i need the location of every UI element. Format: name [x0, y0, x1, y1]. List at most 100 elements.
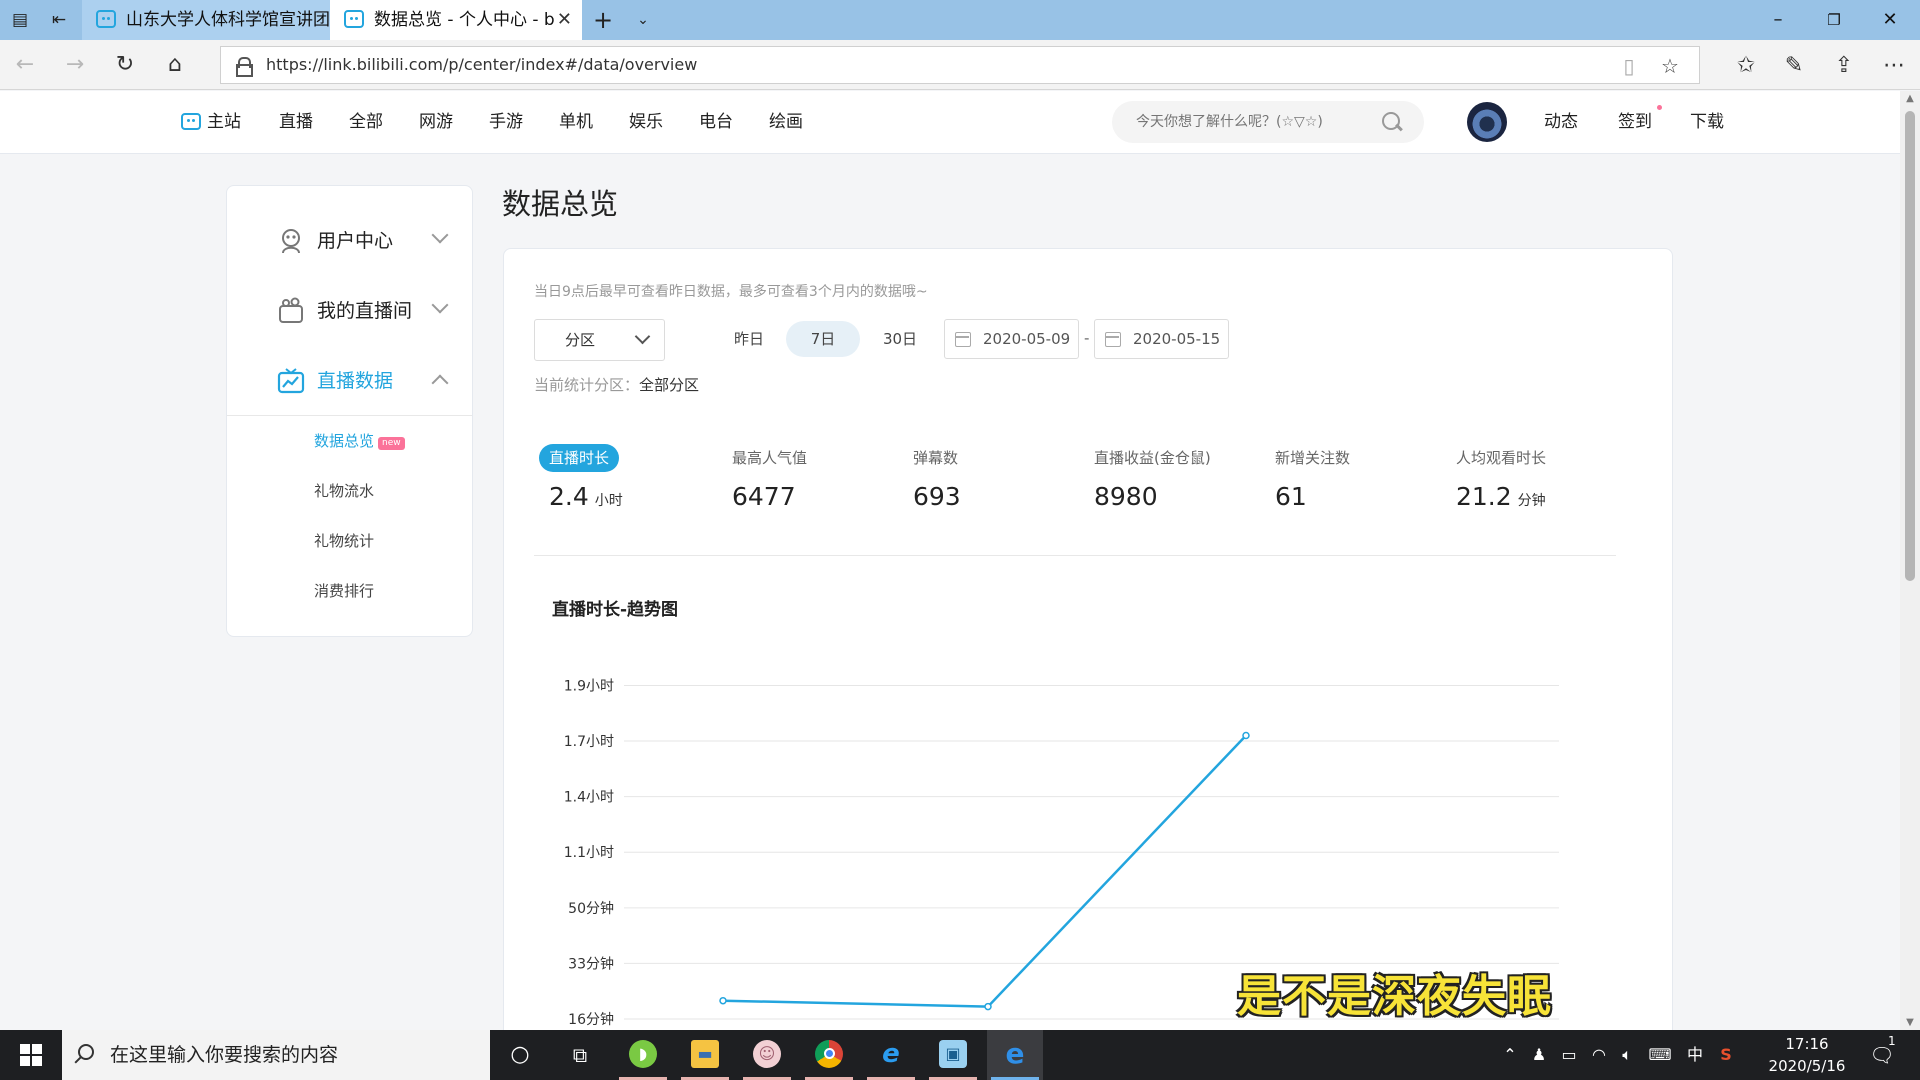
home-icon[interactable]: ⌂: [162, 52, 188, 78]
range-30d-button[interactable]: 30日: [872, 321, 928, 357]
tab-preview-chevron-icon[interactable]: ⌄: [632, 9, 654, 31]
sidebar-item-my-room[interactable]: 我的直播间: [227, 281, 472, 341]
forward-icon[interactable]: →: [62, 52, 88, 78]
close-tab-icon[interactable]: ✕: [557, 0, 572, 40]
browser-tab-strip: ▤ ⇤ 山东大学人体科学馆宣讲团 数据总览 - 个人中心 - b ✕ + ⌄ –…: [0, 0, 1920, 40]
tab-inactive[interactable]: 山东大学人体科学馆宣讲团: [82, 0, 330, 40]
system-clock[interactable]: 17:16 2020/5/16: [1762, 1033, 1852, 1077]
range-7d-button[interactable]: 7日: [786, 321, 860, 357]
sidebar-subitem-overview[interactable]: 数据总览 new: [314, 429, 405, 453]
volume-icon[interactable]: 🔈︎: [1615, 1030, 1639, 1080]
favorites-hub-icon[interactable]: ✩: [1732, 52, 1760, 80]
stat-value: 2.4: [549, 482, 589, 511]
task-view-icon[interactable]: ⧉: [560, 1030, 600, 1080]
stat-value: 8980: [1094, 482, 1158, 511]
date-from-field[interactable]: 2020-05-09: [944, 319, 1079, 359]
stat-avg-watch-time[interactable]: 人均观看时长 21.2 分钟: [1456, 444, 1626, 516]
search-icon[interactable]: [1382, 112, 1402, 132]
sidebar-subitem-spend-rank[interactable]: 消费排行: [314, 579, 374, 603]
more-menu-icon[interactable]: ⋯: [1880, 52, 1908, 80]
avatar[interactable]: [1467, 102, 1507, 142]
nav-link[interactable]: 娱乐: [629, 91, 663, 153]
url-field[interactable]: https://link.bilibili.com/p/center/index…: [220, 46, 1700, 84]
pen-notes-icon[interactable]: ✎: [1780, 52, 1808, 80]
nav-link[interactable]: 直播: [279, 91, 313, 153]
camera-icon: [279, 297, 303, 323]
new-tab-icon[interactable]: +: [592, 8, 614, 32]
scroll-up-icon[interactable]: ▲: [1900, 93, 1920, 104]
taskbar-app-avatar[interactable]: ☺: [739, 1030, 795, 1080]
keyboard-icon[interactable]: ⌨: [1645, 1030, 1675, 1080]
share-icon[interactable]: ⇪: [1830, 52, 1858, 80]
back-icon[interactable]: ←: [12, 52, 38, 78]
stat-new-followers[interactable]: 新增关注数 61: [1275, 444, 1445, 512]
page-scrollbar[interactable]: ▲ ▼: [1900, 91, 1920, 1030]
taskbar-app-explorer[interactable]: ▬: [677, 1030, 733, 1080]
nav-link[interactable]: 手游: [489, 91, 523, 153]
taskbar-app-ie[interactable]: e: [863, 1030, 919, 1080]
nav-home-link[interactable]: 主站: [207, 91, 241, 153]
sidebar-item-user-center[interactable]: 用户中心: [227, 211, 472, 271]
anime-app-icon: ☺: [753, 1040, 781, 1068]
set-tabs-aside-icon[interactable]: ⇤: [48, 9, 70, 31]
tab-active[interactable]: 数据总览 - 个人中心 - b ✕: [330, 0, 582, 40]
site-search-box: [1112, 101, 1424, 143]
refresh-icon[interactable]: ↻: [112, 52, 138, 78]
taskbar-search[interactable]: 在这里输入你要搜索的内容: [62, 1030, 490, 1080]
stat-revenue[interactable]: 直播收益(金仓鼠) 8980: [1094, 444, 1264, 512]
zone-select[interactable]: 分区: [534, 319, 665, 361]
nav-link[interactable]: 网游: [419, 91, 453, 153]
nav-link[interactable]: 全部: [349, 91, 383, 153]
site-search-input[interactable]: [1136, 101, 1376, 143]
taskbar-app-edge[interactable]: e: [987, 1030, 1043, 1080]
chevron-down-icon: [431, 296, 449, 314]
series-line: [722, 734, 1247, 1008]
nav-link[interactable]: 绘画: [769, 91, 803, 153]
data-point[interactable]: [1242, 731, 1250, 740]
notification-center-icon[interactable]: 🗨︎ 1: [1862, 1030, 1902, 1080]
chevron-down-icon: [431, 226, 449, 244]
sidebar-item-live-data[interactable]: 直播数据: [227, 351, 472, 411]
taskbar-app-chrome[interactable]: [801, 1030, 857, 1080]
data-point[interactable]: [719, 996, 727, 1005]
taskbar-app-photos[interactable]: ▣: [925, 1030, 981, 1080]
stat-live-duration[interactable]: 直播时长 2.4 小时: [539, 444, 709, 516]
tab-actions-icon[interactable]: ▤: [9, 9, 31, 31]
restore-icon[interactable]: ❐: [1804, 0, 1864, 40]
minimize-icon[interactable]: –: [1748, 0, 1808, 40]
nav-download-link[interactable]: 下载: [1690, 91, 1724, 153]
nav-dynamic-link[interactable]: 动态: [1544, 91, 1578, 153]
favorite-star-icon[interactable]: ☆: [1657, 53, 1683, 79]
y-tick-label: 1.7小时: [564, 734, 614, 750]
nav-signin-link[interactable]: 签到: [1618, 91, 1652, 153]
date-to-field[interactable]: 2020-05-15: [1094, 319, 1229, 359]
scrollbar-thumb[interactable]: [1905, 111, 1915, 581]
reading-view-icon[interactable]: ▯: [1616, 53, 1642, 79]
lock-icon: [236, 57, 253, 77]
chrome-icon: [815, 1040, 843, 1068]
taskbar-app-iqiyi[interactable]: ◗: [615, 1030, 671, 1080]
start-button[interactable]: [0, 1030, 62, 1080]
ime-indicator[interactable]: 中: [1683, 1030, 1707, 1080]
range-yesterday-button[interactable]: 昨日: [724, 321, 774, 357]
qq-icon[interactable]: ♟: [1527, 1030, 1551, 1080]
data-hint-text: 当日9点后最早可查看昨日数据，最多可查看3个月内的数据哦~: [534, 284, 928, 300]
sogou-input-icon[interactable]: S: [1714, 1030, 1738, 1080]
sidebar-subitem-gift-stats[interactable]: 礼物统计: [314, 529, 374, 553]
close-window-icon[interactable]: ✕: [1860, 0, 1920, 40]
show-hidden-icons-icon[interactable]: ⌃: [1500, 1030, 1520, 1080]
nav-link[interactable]: 单机: [559, 91, 593, 153]
scroll-down-icon[interactable]: ▼: [1900, 1017, 1920, 1028]
wifi-icon[interactable]: ◠: [1587, 1030, 1611, 1080]
url-text[interactable]: https://link.bilibili.com/p/center/index…: [266, 47, 697, 83]
data-point[interactable]: [984, 1002, 992, 1011]
sidebar: 用户中心 我的直播间 直播数据 数据总览 new 礼物流水 礼物统计 消费排行: [226, 185, 473, 637]
stat-value: 21.2: [1456, 482, 1512, 511]
battery-icon[interactable]: ▭: [1557, 1030, 1581, 1080]
stat-peak-popularity[interactable]: 最高人气值 6477: [732, 444, 902, 512]
edge-icon: e: [1005, 1037, 1025, 1070]
cortana-icon[interactable]: ○: [500, 1030, 540, 1080]
nav-link[interactable]: 电台: [699, 91, 733, 153]
sidebar-subitem-gift-flow[interactable]: 礼物流水: [314, 479, 374, 503]
stat-danmaku-count[interactable]: 弹幕数 693: [913, 444, 1083, 512]
